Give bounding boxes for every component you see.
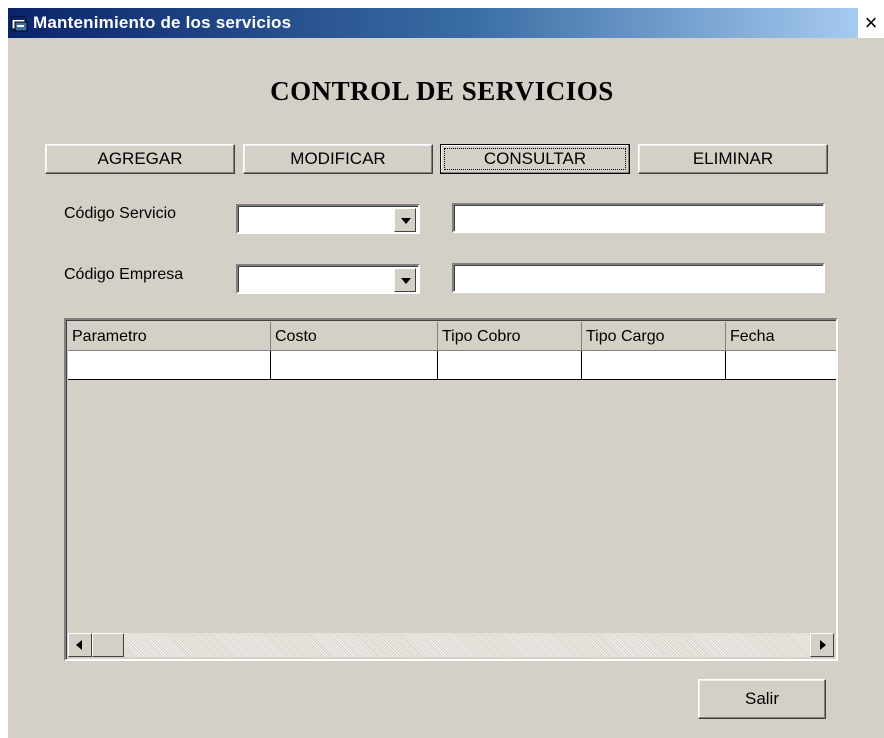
column-header-costo[interactable]: Costo [271,322,438,351]
consultar-button[interactable]: CONSULTAR [440,144,630,174]
arrow-right-icon [820,640,826,650]
codigo-servicio-label: Código Servicio [64,205,177,222]
codigo-servicio-dropdown-button[interactable] [394,208,416,232]
eliminar-button[interactable]: ELIMINAR [638,144,828,174]
scroll-right-button[interactable] [810,633,834,657]
scroll-left-button[interactable] [68,633,92,657]
salir-button[interactable]: Salir [698,679,826,719]
modificar-button[interactable]: MODIFICAR [243,144,433,174]
app-window-icon [11,16,28,32]
grid-header-row: Parametro Costo Tipo Cobro Tipo Cargo Fe… [68,322,836,351]
codigo-empresa-dropdown-button[interactable] [394,268,416,292]
column-header-tipo-cargo[interactable]: Tipo Cargo [582,322,726,351]
arrow-left-icon [76,640,82,650]
column-header-fecha[interactable]: Fecha [726,322,836,351]
agregar-button[interactable]: AGREGAR [45,144,235,174]
column-header-tipo-cobro[interactable]: Tipo Cobro [438,322,582,351]
table-cell[interactable] [68,351,271,379]
codigo-empresa-combo[interactable] [236,264,420,294]
column-header-parametro[interactable]: Parametro [68,322,271,351]
title-bar[interactable]: Mantenimiento de los servicios [8,8,858,38]
codigo-empresa-description-field[interactable] [452,263,825,293]
table-cell[interactable] [582,351,726,379]
table-cell[interactable] [438,351,582,379]
scrollbar-track[interactable] [92,633,810,657]
consultar-button-label: CONSULTAR [483,149,587,168]
page-title: CONTROL DE SERVICIOS [270,76,614,106]
codigo-servicio-combo[interactable] [236,204,420,234]
scrollbar-thumb[interactable] [92,633,124,657]
main-window: Mantenimiento de los servicios × CONTROL… [0,0,884,738]
table-cell[interactable] [271,351,438,379]
codigo-servicio-description-field[interactable] [452,203,825,233]
horizontal-scrollbar[interactable] [68,633,834,657]
chevron-down-icon [401,218,411,224]
window-title: Mantenimiento de los servicios [33,13,292,32]
chevron-down-icon [401,278,411,284]
table-cell[interactable] [726,351,836,379]
services-grid[interactable]: Parametro Costo Tipo Cobro Tipo Cargo Fe… [64,318,838,661]
close-icon[interactable]: × [858,10,884,36]
codigo-empresa-label: Código Empresa [64,266,184,283]
table-row[interactable] [68,351,836,380]
